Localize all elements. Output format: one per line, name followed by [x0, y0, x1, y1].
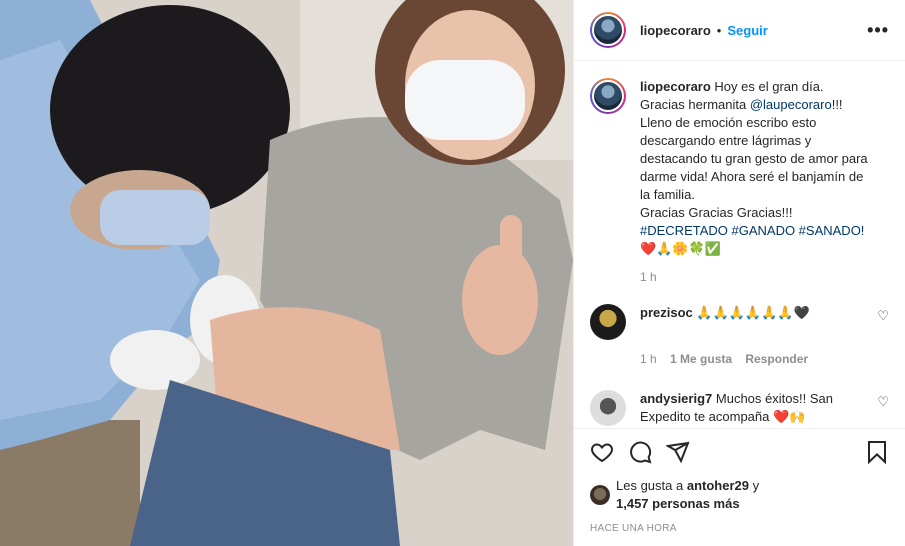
- comment-text: prezisoc 🙏🙏🙏🙏🙏🙏🖤: [640, 304, 870, 322]
- comment-like-icon[interactable]: ♡: [877, 308, 889, 324]
- comment-text: andysierig7 Muchos éxitos!! San Expedito…: [640, 390, 870, 426]
- author-avatar[interactable]: [590, 12, 626, 48]
- comments-section[interactable]: liopecoraro Hoy es el gran día. Gracias …: [574, 62, 905, 428]
- comment-time: 1 h: [640, 352, 657, 366]
- post-image: [0, 0, 573, 546]
- paper-plane-icon[interactable]: [666, 440, 690, 464]
- post-header: liopecoraro • Seguir •••: [574, 0, 905, 61]
- caption-hashtags[interactable]: #DECRETADO #GANADO #SANADO!: [640, 223, 864, 238]
- likes-text: Les gusta a antoher29 y 1,457 personas m…: [616, 477, 759, 513]
- comment-bubble-icon[interactable]: [628, 440, 652, 464]
- caption-text-2: !!! Lleno de emoción escribo esto descar…: [640, 97, 868, 202]
- heart-outline-icon[interactable]: [590, 440, 614, 464]
- separator-dot: •: [716, 22, 722, 38]
- caption-username[interactable]: liopecoraro: [640, 79, 711, 94]
- commenter-avatar[interactable]: [590, 390, 626, 426]
- bookmark-icon[interactable]: [865, 440, 889, 464]
- liker-avatar[interactable]: [590, 485, 610, 505]
- comment-username[interactable]: prezisoc: [640, 305, 693, 320]
- comment-username[interactable]: andysierig7: [640, 391, 712, 406]
- post-photo[interactable]: [0, 0, 573, 546]
- comment-likes-link[interactable]: 1 Me gusta: [670, 352, 732, 366]
- caption-avatar[interactable]: [590, 78, 626, 114]
- commenter-avatar[interactable]: [590, 304, 626, 340]
- more-options-icon[interactable]: •••: [867, 20, 889, 41]
- likes-mid: y: [752, 478, 760, 493]
- comment-meta: 1 h 1 Me gusta Responder: [640, 352, 889, 366]
- caption-time: 1 h: [640, 270, 657, 284]
- likes-summary: Les gusta a antoher29 y 1,457 personas m…: [590, 477, 889, 513]
- likes-prefix: Les gusta a: [616, 478, 684, 493]
- comment-item: prezisoc 🙏🙏🙏🙏🙏🙏🖤 ♡: [590, 304, 889, 340]
- caption-mention[interactable]: @laupecoraro: [750, 97, 832, 112]
- caption-emojis: ❤️🙏🌼🍀✅: [640, 241, 721, 256]
- author-username[interactable]: liopecoraro: [640, 23, 711, 38]
- comment-item: andysierig7 Muchos éxitos!! San Expedito…: [590, 390, 889, 426]
- action-bar: Les gusta a antoher29 y 1,457 personas m…: [574, 428, 905, 534]
- post-timestamp[interactable]: Hace una hora: [590, 523, 889, 534]
- caption-text: liopecoraro Hoy es el gran día. Gracias …: [640, 78, 870, 258]
- post-panel: liopecoraro • Seguir ••• liopecoraro Hoy…: [573, 0, 905, 546]
- comment-body: 🙏🙏🙏🙏🙏🙏🖤: [696, 305, 810, 320]
- caption-meta: 1 h: [640, 270, 889, 284]
- follow-button[interactable]: Seguir: [727, 23, 767, 38]
- caption-text-3: Gracias Gracias Gracias!!!: [640, 205, 793, 220]
- caption: liopecoraro Hoy es el gran día. Gracias …: [590, 78, 889, 258]
- comment-like-icon[interactable]: ♡: [877, 394, 889, 410]
- reply-button[interactable]: Responder: [745, 352, 808, 366]
- likes-count[interactable]: 1,457 personas más: [616, 496, 740, 511]
- liker-username[interactable]: antoher29: [687, 478, 749, 493]
- action-icons: [590, 439, 889, 465]
